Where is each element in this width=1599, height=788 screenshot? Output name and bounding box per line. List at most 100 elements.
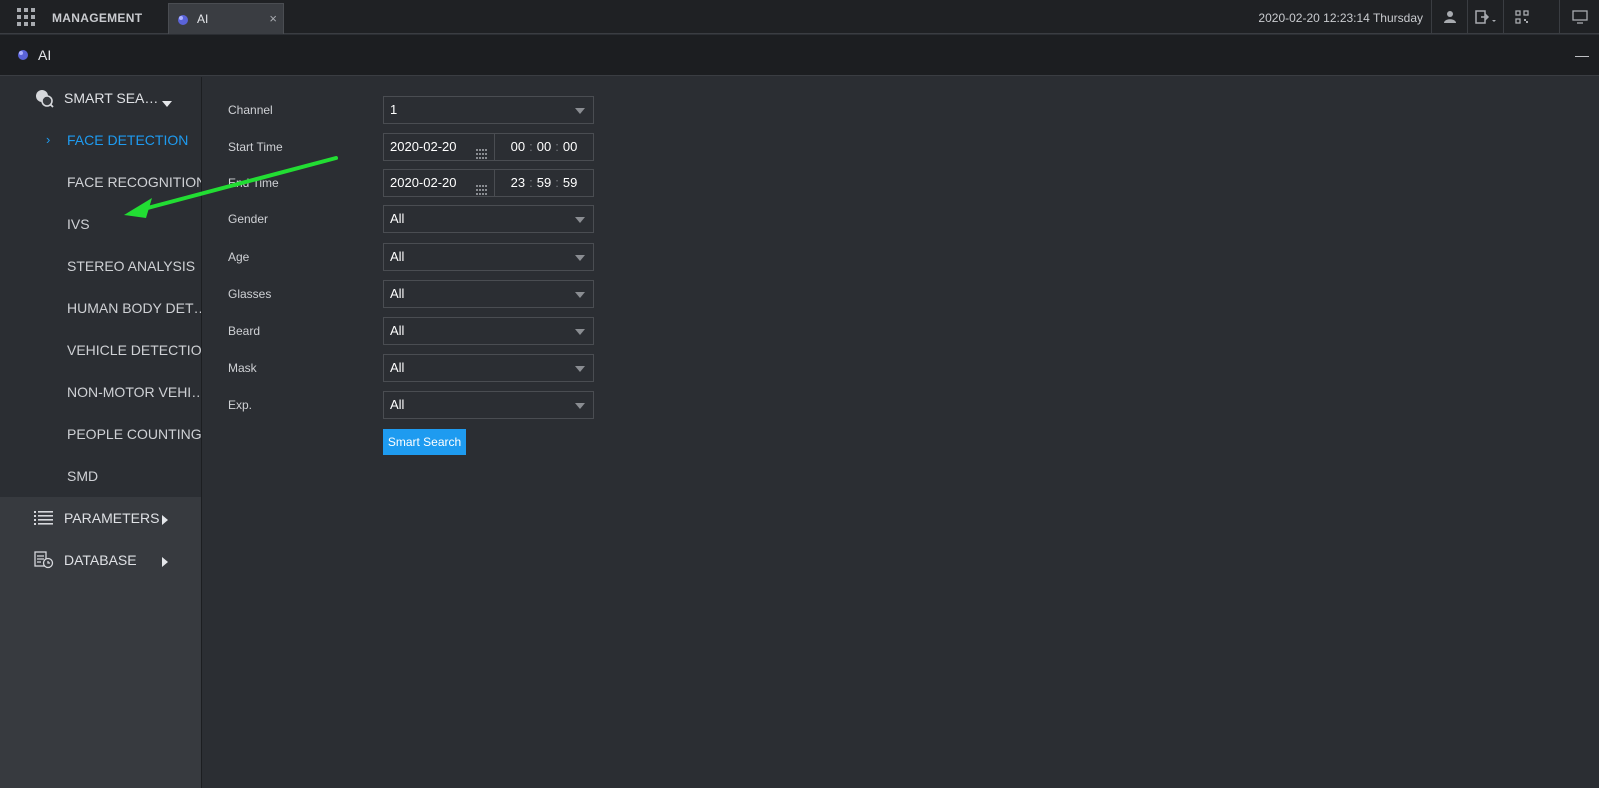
glasses-value: All xyxy=(390,286,405,301)
chevron-right-icon: › xyxy=(46,132,51,147)
start-time-row: Start Time 2020-02-20 00:00:00 xyxy=(203,133,803,161)
monitor-icon[interactable] xyxy=(1559,0,1599,34)
sidebar-group-label: SMART SEA… xyxy=(64,90,159,106)
close-icon[interactable]: × xyxy=(269,4,277,34)
start-time-label: Start Time xyxy=(228,140,283,154)
sidebar-group-database[interactable]: DATABASE xyxy=(0,539,201,581)
start-date-field[interactable]: 2020-02-20 xyxy=(383,133,495,161)
mask-row: Mask All xyxy=(203,354,803,382)
smart-search-icon xyxy=(34,88,54,108)
sidebar-group-label: PARAMETERS xyxy=(64,510,160,526)
end-time-field[interactable]: 23:59:59 xyxy=(495,169,594,197)
top-bar: MANAGEMENT AI × 2020-02-20 12:23:14 Thur… xyxy=(0,0,1599,34)
sidebar-item-human-body-detection[interactable]: HUMAN BODY DET… xyxy=(0,287,201,329)
channel-label: Channel xyxy=(228,103,273,117)
mask-select[interactable]: All xyxy=(383,354,594,382)
sidebar-item-face-detection[interactable]: › FACE DETECTION xyxy=(0,119,201,161)
start-hour[interactable]: 00 xyxy=(511,139,525,154)
age-select[interactable]: All xyxy=(383,243,594,271)
calendar-icon[interactable] xyxy=(476,178,488,204)
datetime-display: 2020-02-20 12:23:14 Thursday xyxy=(1258,11,1423,25)
management-tab[interactable]: MANAGEMENT xyxy=(52,0,142,34)
sidebar-item-label: FACE DETECTION xyxy=(67,132,189,148)
exp-select[interactable]: All xyxy=(383,391,594,419)
smart-search-button[interactable]: Smart Search xyxy=(383,429,466,455)
exp-row: Exp. All xyxy=(203,391,803,419)
chevron-down-icon xyxy=(575,403,585,409)
logout-icon[interactable] xyxy=(1467,0,1503,34)
chevron-down-icon xyxy=(575,366,585,372)
app-grid-icon[interactable] xyxy=(0,0,52,34)
beard-label: Beard xyxy=(228,324,261,338)
start-minute[interactable]: 00 xyxy=(537,139,551,154)
beard-row: Beard All xyxy=(203,317,803,345)
channel-select[interactable]: 1 xyxy=(383,96,594,124)
sidebar-group-smart-search[interactable]: SMART SEA… xyxy=(0,77,201,119)
sidebar-item-smd[interactable]: SMD xyxy=(0,455,201,497)
sidebar-group-parameters[interactable]: PARAMETERS xyxy=(0,497,201,539)
age-label: Age xyxy=(228,250,250,264)
start-second[interactable]: 00 xyxy=(563,139,577,154)
end-second[interactable]: 59 xyxy=(563,175,577,190)
calendar-icon[interactable] xyxy=(476,142,488,168)
sidebar-item-label: NON-MOTOR VEHI… xyxy=(67,384,201,400)
beard-select[interactable]: All xyxy=(383,317,594,345)
channel-value: 1 xyxy=(390,102,398,117)
sidebar-item-label: STEREO ANALYSIS xyxy=(67,258,196,274)
sidebar-item-face-recognition[interactable]: FACE RECOGNITION xyxy=(0,161,201,203)
sidebar-item-people-counting[interactable]: PEOPLE COUNTING xyxy=(0,413,201,455)
end-hour[interactable]: 23 xyxy=(511,175,525,190)
sub-header: AI — xyxy=(0,35,1599,76)
age-value: All xyxy=(390,249,405,264)
start-time-field[interactable]: 00:00:00 xyxy=(495,133,594,161)
sidebar-item-stereo-analysis[interactable]: STEREO ANALYSIS xyxy=(0,245,201,287)
sidebar-item-non-motor-vehicle[interactable]: NON-MOTOR VEHI… xyxy=(0,371,201,413)
time-separator: : xyxy=(555,175,559,190)
caret-down-icon xyxy=(162,94,172,110)
sidebar: SMART SEA… › FACE DETECTION FACE RECOGNI… xyxy=(0,77,202,788)
mask-label: Mask xyxy=(228,361,257,375)
qrcode-icon[interactable] xyxy=(1503,0,1539,34)
chevron-down-icon xyxy=(575,217,585,223)
sidebar-item-label: VEHICLE DETECTION xyxy=(67,342,201,358)
gender-select[interactable]: All xyxy=(383,205,594,233)
end-time-label: End Time xyxy=(228,176,279,190)
database-icon xyxy=(34,550,54,570)
list-icon xyxy=(34,508,54,528)
sidebar-item-label: HUMAN BODY DET… xyxy=(67,300,201,316)
exp-label: Exp. xyxy=(228,398,253,412)
end-minute[interactable]: 59 xyxy=(537,175,551,190)
minimize-button[interactable]: — xyxy=(1575,35,1589,76)
glasses-label: Glasses xyxy=(228,287,272,301)
smart-search-submenu: › FACE DETECTION FACE RECOGNITION IVS ST… xyxy=(0,119,201,497)
mask-value: All xyxy=(390,360,405,375)
chevron-down-icon xyxy=(575,329,585,335)
gender-row: Gender All xyxy=(203,205,803,233)
sidebar-item-vehicle-detection[interactable]: VEHICLE DETECTION xyxy=(0,329,201,371)
sidebar-item-label: FACE RECOGNITION xyxy=(67,174,201,190)
channel-row: Channel 1 xyxy=(203,96,803,124)
exp-value: All xyxy=(390,397,405,412)
start-date-value: 2020-02-20 xyxy=(390,139,457,154)
end-date-field[interactable]: 2020-02-20 xyxy=(383,169,495,197)
tab-ai-label: AI xyxy=(197,12,209,26)
gender-label: Gender xyxy=(228,212,269,226)
glasses-select[interactable]: All xyxy=(383,280,594,308)
sidebar-item-label: PEOPLE COUNTING xyxy=(67,426,201,442)
time-separator: : xyxy=(529,139,533,154)
glasses-row: Glasses All xyxy=(203,280,803,308)
search-form: Channel 1 Start Time 2020-02-20 00:00:00… xyxy=(203,77,1599,788)
gender-value: All xyxy=(390,211,405,226)
sidebar-item-label: IVS xyxy=(67,216,90,232)
page-title: AI xyxy=(38,47,52,63)
sidebar-item-ivs[interactable]: IVS xyxy=(0,203,201,245)
beard-value: All xyxy=(390,323,405,338)
end-date-value: 2020-02-20 xyxy=(390,175,457,190)
user-icon[interactable] xyxy=(1431,0,1467,34)
ai-icon xyxy=(177,13,189,31)
tab-ai[interactable]: AI × xyxy=(168,3,284,34)
chevron-down-icon xyxy=(575,292,585,298)
time-separator: : xyxy=(529,175,533,190)
end-time-row: End Time 2020-02-20 23:59:59 xyxy=(203,169,803,197)
chevron-down-icon xyxy=(575,255,585,261)
